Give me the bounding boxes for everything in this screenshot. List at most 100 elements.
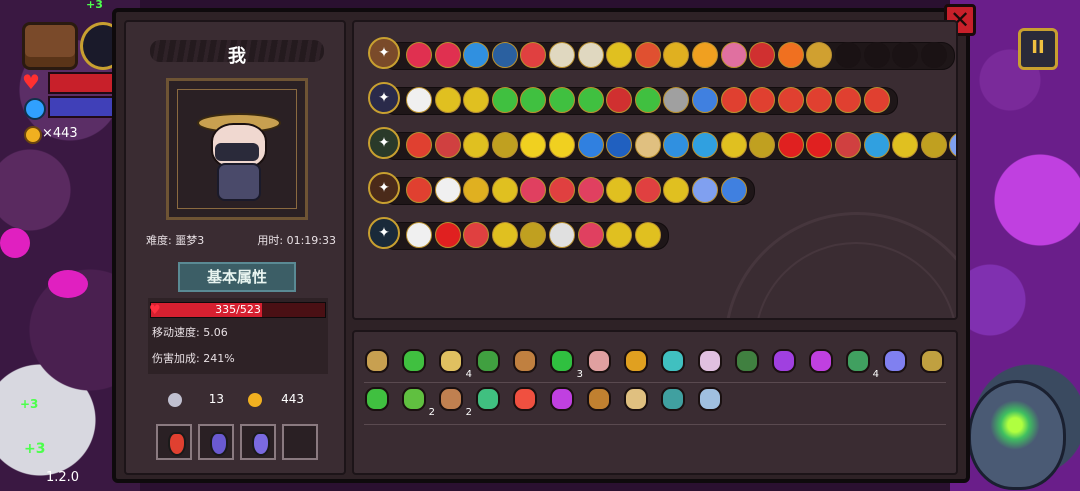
yellow-claw-rune-icon[interactable] (463, 177, 490, 203)
cape-icon[interactable] (769, 346, 799, 376)
blue-orb-rune-icon[interactable] (577, 132, 604, 158)
magic-wand-icon[interactable]: ✦ (368, 82, 400, 114)
gold-coin-rune-icon[interactable] (491, 132, 518, 158)
globe-icon[interactable] (658, 384, 688, 414)
leaf-icon[interactable] (399, 346, 429, 376)
red-box-rune-icon[interactable] (549, 177, 575, 203)
cloth-icon[interactable]: 4 (843, 346, 879, 380)
blue-staff-icon[interactable]: ✦ (368, 217, 400, 249)
blue-cross-rune-icon[interactable] (692, 87, 718, 113)
empty-rune-slot[interactable] (863, 42, 890, 68)
hourglass-icon[interactable] (621, 384, 651, 414)
blue-wave-rune-icon[interactable] (863, 132, 890, 158)
bell-icon[interactable]: 4 (436, 346, 472, 380)
yellow-bolt-rune-icon[interactable] (606, 42, 633, 68)
blue-wave-rune-icon[interactable] (692, 132, 718, 158)
red-gem-rune-icon[interactable] (406, 132, 432, 158)
purple-eye-icon[interactable] (547, 384, 577, 414)
green-slash-rune-icon[interactable] (491, 87, 518, 113)
green-slime-rune-icon[interactable] (634, 87, 661, 113)
target-rune-icon[interactable] (634, 42, 661, 68)
red-worm-rune-icon[interactable] (606, 87, 633, 113)
chest-relic-icon[interactable]: ✦ (368, 37, 400, 69)
clover-icon[interactable]: 3 (547, 346, 583, 380)
gold-coin-rune-icon[interactable] (920, 132, 947, 158)
red-feather-rune-icon[interactable] (863, 87, 890, 113)
red-feather-rune-icon[interactable] (835, 87, 861, 113)
red-box-rune-icon[interactable] (634, 177, 661, 203)
yellow-bolt-rune-icon[interactable] (606, 177, 633, 203)
chest-icon[interactable] (584, 384, 614, 414)
green-gem-icon[interactable] (473, 384, 503, 414)
feather-icon[interactable] (695, 346, 725, 376)
bug-icon[interactable] (584, 346, 614, 376)
pickaxe-icon[interactable] (621, 346, 651, 376)
green-slime-rune-icon[interactable] (577, 87, 604, 113)
red-feather-rune-icon[interactable] (777, 87, 804, 113)
empty-rune-slot[interactable] (835, 42, 861, 68)
wand-icon[interactable] (806, 346, 836, 376)
potion-slot[interactable] (240, 424, 276, 460)
yellow-bolt-rune-icon[interactable] (491, 177, 518, 203)
red-gem-rune-icon[interactable] (835, 132, 861, 158)
gold-coin-rune-icon[interactable] (463, 132, 490, 158)
book-rune-icon[interactable] (549, 42, 575, 68)
empty-rune-slot[interactable] (892, 42, 919, 68)
key-icon[interactable] (695, 384, 725, 414)
pink-flower-rune-icon[interactable] (720, 42, 747, 68)
inventory-chest-button[interactable] (22, 22, 78, 70)
red-box-rune-icon[interactable] (463, 222, 490, 248)
potion-slot[interactable] (198, 424, 234, 460)
blue-spirit-rune-icon[interactable] (491, 42, 518, 68)
yellow-slash-rune-icon[interactable] (634, 222, 661, 248)
pause-button[interactable]: II (1018, 28, 1058, 70)
potion-slot[interactable] (282, 424, 318, 460)
white-spirit-rune-icon[interactable] (434, 177, 461, 203)
blue-star-rune-icon[interactable] (692, 177, 718, 203)
bread-rune-icon[interactable] (634, 132, 661, 158)
green-staff-icon[interactable]: ✦ (368, 127, 400, 159)
potion-slot[interactable] (156, 424, 192, 460)
book-rune-icon[interactable] (577, 42, 604, 68)
blue-cross-rune-icon[interactable] (720, 177, 747, 203)
eye-rune-icon[interactable] (549, 222, 575, 248)
fire-rune-icon[interactable] (777, 42, 804, 68)
gold-coin-rune-icon[interactable] (720, 132, 747, 158)
turtle-icon[interactable] (362, 384, 392, 414)
red-feather-rune-icon[interactable] (720, 87, 747, 113)
red-fang-rune-icon[interactable] (406, 42, 432, 68)
red-flower-rune-icon[interactable] (577, 222, 604, 248)
empty-rune-slot[interactable] (920, 42, 947, 68)
green-pouch-icon[interactable] (473, 346, 503, 376)
white-spirit-rune-icon[interactable] (406, 222, 432, 248)
gold-coin-rune-icon[interactable] (749, 132, 776, 158)
yellow-gear-rune-icon[interactable] (549, 132, 575, 158)
green-slime-rune-icon[interactable] (549, 87, 575, 113)
red-fang-rune-icon[interactable] (434, 42, 461, 68)
heart-icon[interactable] (510, 384, 540, 414)
yellow-slash-rune-icon[interactable] (606, 222, 633, 248)
red-feather-rune-icon[interactable] (749, 87, 776, 113)
red-gem-rune-icon[interactable] (434, 132, 461, 158)
red-flower-rune-icon[interactable] (577, 177, 604, 203)
tab-basic-attributes[interactable]: 基本属性 (178, 262, 296, 292)
yellow-slash-rune-icon[interactable] (434, 87, 461, 113)
gold-coin-rune-icon[interactable] (892, 132, 919, 158)
gold-coin-rune-icon[interactable] (491, 222, 518, 248)
fire-staff-icon[interactable]: ✦ (368, 172, 400, 204)
gear-charm-icon[interactable] (917, 346, 947, 376)
green-bug-icon[interactable]: 2 (399, 384, 435, 418)
lantern-icon[interactable] (510, 346, 540, 376)
crystal-icon[interactable] (880, 346, 910, 376)
cherry-rune-icon[interactable] (777, 132, 804, 158)
fish-icon[interactable] (658, 346, 688, 376)
cherry-rune-icon[interactable] (434, 222, 461, 248)
red-diamond-rune-icon[interactable] (406, 177, 432, 203)
sun-rune-icon[interactable] (692, 42, 718, 68)
blue-spirit-rune-icon[interactable] (463, 42, 490, 68)
scroll-icon[interactable] (732, 346, 762, 376)
white-spirit-rune-icon[interactable] (406, 87, 432, 113)
yellow-slash-rune-icon[interactable] (463, 87, 490, 113)
red-worm-rune-icon[interactable] (749, 42, 776, 68)
straw-hat-icon[interactable] (362, 346, 392, 376)
